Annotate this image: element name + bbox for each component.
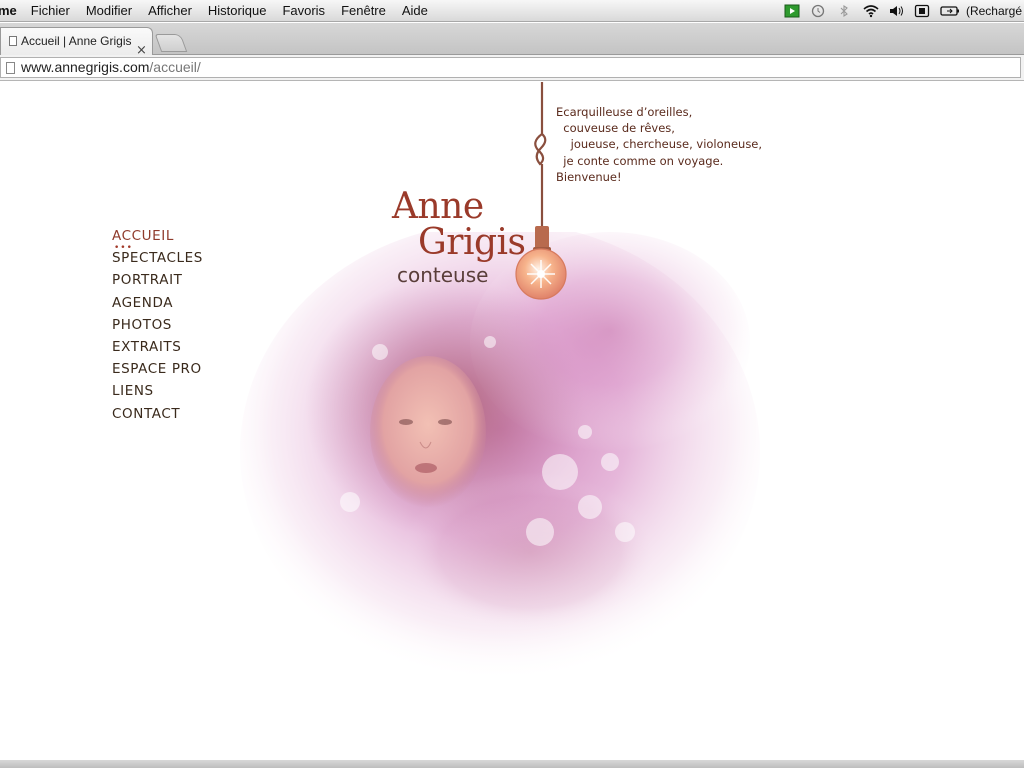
nav-espace-pro[interactable]: ESPACE PRO [112,361,203,383]
app-menu[interactable]: me [0,3,17,18]
url-host: www.annegrigis.com [21,59,150,75]
nav-agenda[interactable]: AGENDA [112,295,203,317]
volume-icon[interactable] [888,4,904,18]
nav-portrait[interactable]: PORTRAIT [112,272,203,294]
nav-contact[interactable]: CONTACT [112,406,203,428]
menu-fenetre[interactable]: Fenêtre [341,3,386,18]
nav-spectacles[interactable]: SPECTACLES [112,250,203,272]
new-tab-button[interactable] [154,34,188,52]
battery-status-text: (Rechargé [965,4,1022,18]
wifi-icon[interactable] [862,4,879,18]
menu-aide[interactable]: Aide [402,3,428,18]
nav-photos[interactable]: PHOTOS [112,317,203,339]
page-icon [9,36,17,46]
status-area: (Rechargé [784,0,1024,22]
screen-recorder-icon[interactable] [784,4,800,18]
keyboard-input-icon[interactable] [914,4,930,18]
os-menu-bar: me Fichier Modifier Afficher Historique … [0,0,1024,22]
address-bar: www.annegrigis.com/accueil/ [0,55,1024,81]
menu-favoris[interactable]: Favoris [282,3,325,18]
tab-title: Accueil | Anne Grigis [21,34,132,48]
nav-liens[interactable]: LIENS [112,383,203,405]
site-subtitle: conteuse [397,263,489,287]
tab-bar: Accueil | Anne Grigis × [0,23,1024,58]
light-bulb-icon [515,82,567,300]
nav-extraits[interactable]: EXTRAITS [112,339,203,361]
main-nav: ACCUEIL ••• SPECTACLES PORTRAIT AGENDA PH… [112,228,203,428]
tagline: Ecarquilleuse d’oreilles, couveuse de rê… [556,105,763,184]
time-machine-icon[interactable] [810,4,826,18]
url-path: /accueil/ [149,59,201,75]
menu-historique[interactable]: Historique [208,3,267,18]
page-icon [6,62,15,74]
tab-accueil[interactable]: Accueil | Anne Grigis × [0,27,153,58]
menu-fichier[interactable]: Fichier [31,3,70,18]
menu-afficher[interactable]: Afficher [148,3,192,18]
url-field[interactable]: www.annegrigis.com/accueil/ [0,57,1021,78]
menu-modifier[interactable]: Modifier [86,3,132,18]
window-bottom-edge [0,760,1024,768]
page-content: ACCUEIL ••• SPECTACLES PORTRAIT AGENDA PH… [0,82,1024,760]
bluetooth-icon[interactable] [836,4,852,18]
battery-icon[interactable] [940,4,959,18]
portrait-image [240,232,760,682]
site-title-first-name: Anne [392,186,484,227]
nav-accueil[interactable]: ACCUEIL ••• [112,228,203,253]
active-indicator: ••• [114,243,133,253]
